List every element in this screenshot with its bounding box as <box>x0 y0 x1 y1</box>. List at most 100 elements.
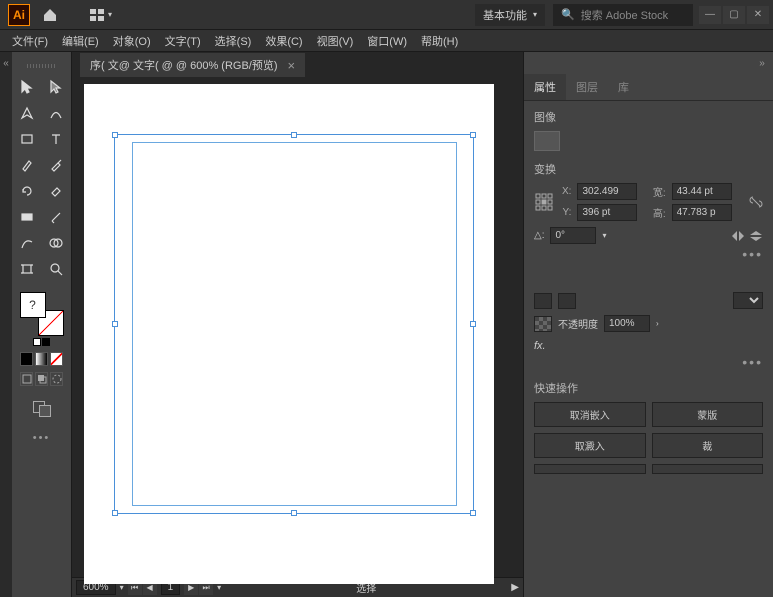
workspace-label: 基本功能 <box>483 7 527 23</box>
opacity-input[interactable] <box>604 315 650 332</box>
swap-colors-icon[interactable] <box>42 338 50 346</box>
shape-builder-alt-tool[interactable] <box>42 230 72 256</box>
width-input[interactable] <box>672 183 732 200</box>
handle-mr[interactable] <box>470 321 476 327</box>
workspace-dropdown[interactable]: 基本功能 ▾ <box>475 4 545 26</box>
embed-button[interactable]: 取澱入 <box>534 433 646 458</box>
menu-bar: 文件(F) 编辑(E) 对象(O) 文字(T) 选择(S) 效果(C) 视图(V… <box>0 30 773 52</box>
close-tab-icon[interactable]: × <box>288 58 296 73</box>
artboard-dropdown-icon[interactable]: ▾ <box>217 583 221 592</box>
more-transform-button[interactable]: ••• <box>534 246 763 262</box>
handle-tm[interactable] <box>291 132 297 138</box>
menu-help[interactable]: 帮助(H) <box>415 31 464 51</box>
quick-action-5[interactable] <box>534 464 646 474</box>
tab-properties[interactable]: 属性 <box>524 74 566 100</box>
handle-tl[interactable] <box>112 132 118 138</box>
angle-input[interactable] <box>550 227 596 244</box>
properties-panel: » 属性 图层 库 图像 变换 X: 宽: Y <box>523 52 773 597</box>
search-input[interactable]: 🔍 搜索 Adobe Stock <box>553 4 693 26</box>
minimize-button[interactable]: — <box>699 6 721 24</box>
menu-select[interactable]: 选择(S) <box>209 31 258 51</box>
fill-stroke-swatch[interactable]: ? <box>20 292 64 336</box>
handle-bl[interactable] <box>112 510 118 516</box>
unembed-button[interactable]: 取消嵌入 <box>534 402 646 427</box>
menu-window[interactable]: 窗口(W) <box>361 31 413 51</box>
document-tab[interactable]: 序( 文@ 文字( @ @ 600% (RGB/预览) × <box>80 53 305 77</box>
gradient-eyedropper-tool[interactable] <box>42 204 72 230</box>
pen-tool[interactable] <box>12 100 42 126</box>
collapse-panel-icon[interactable]: » <box>757 58 767 68</box>
flip-vertical-icon[interactable] <box>749 230 763 242</box>
width-tool[interactable] <box>12 230 42 256</box>
expand-arrow-icon[interactable]: « <box>1 58 11 68</box>
quick-actions-label: 快速操作 <box>534 380 763 396</box>
unlink-icon[interactable] <box>749 195 763 209</box>
draw-inside-mode[interactable] <box>50 372 63 386</box>
tab-libraries[interactable]: 库 <box>608 74 639 100</box>
menu-view[interactable]: 视图(V) <box>311 31 360 51</box>
menu-edit[interactable]: 编辑(E) <box>56 31 105 51</box>
chevron-down-icon: ▾ <box>533 10 537 19</box>
maximize-button[interactable]: ▢ <box>723 6 745 24</box>
direct-selection-tool[interactable] <box>42 74 72 100</box>
collapsed-panel-left: « <box>0 52 12 597</box>
eraser-tool[interactable] <box>42 178 72 204</box>
draw-behind-mode[interactable] <box>35 372 48 386</box>
edit-toolbar-button[interactable]: ••• <box>12 432 71 444</box>
document-tab-title: 序( 文@ 文字( @ @ 600% (RGB/预览) <box>90 57 278 73</box>
paintbrush-tool[interactable] <box>12 152 42 178</box>
handle-tr[interactable] <box>470 132 476 138</box>
angle-dropdown-icon[interactable]: ▾ <box>602 231 606 240</box>
zoom-dropdown-icon[interactable]: ▾ <box>120 583 124 592</box>
x-input[interactable] <box>577 183 637 200</box>
menu-effect[interactable]: 效果(C) <box>259 31 308 51</box>
more-appearance-button[interactable]: ••• <box>534 354 763 370</box>
handle-ml[interactable] <box>112 321 118 327</box>
opacity-swatch[interactable] <box>534 316 552 332</box>
opacity-dropdown-icon[interactable]: › <box>656 319 659 328</box>
quick-action-6[interactable] <box>652 464 764 474</box>
canvas[interactable] <box>72 78 523 577</box>
artboard-tool[interactable] <box>12 256 42 282</box>
tab-layers[interactable]: 图层 <box>566 74 608 100</box>
curvature-tool[interactable] <box>42 100 72 126</box>
stroke-weight-select[interactable] <box>733 292 763 309</box>
reference-point-icon[interactable] <box>534 192 554 212</box>
window-controls: — ▢ ✕ <box>699 6 769 24</box>
draw-normal-mode[interactable] <box>20 372 33 386</box>
rotate-tool[interactable] <box>12 178 42 204</box>
fill-swatch[interactable]: ? <box>20 292 46 318</box>
menu-file[interactable]: 文件(F) <box>6 31 54 51</box>
image-thumbnail <box>534 131 560 151</box>
selection-tool[interactable] <box>12 74 42 100</box>
x-label: X: <box>562 186 571 197</box>
eyedropper-tool[interactable] <box>42 152 72 178</box>
flip-horizontal-icon[interactable] <box>731 230 745 242</box>
fill-swatch-panel[interactable] <box>534 293 552 309</box>
color-mode-none[interactable] <box>50 352 63 366</box>
layout-button[interactable]: ▾ <box>86 7 116 23</box>
scroll-right-button[interactable]: ▶ <box>511 582 519 593</box>
height-input[interactable] <box>672 204 732 221</box>
shape-builder-tool[interactable] <box>12 204 42 230</box>
panel-grip[interactable] <box>27 64 57 68</box>
zoom-tool[interactable] <box>42 256 72 282</box>
handle-bm[interactable] <box>291 510 297 516</box>
rectangle-tool[interactable] <box>12 126 42 152</box>
crop-button[interactable]: 裁 <box>652 433 764 458</box>
handle-br[interactable] <box>470 510 476 516</box>
menu-object[interactable]: 对象(O) <box>107 31 157 51</box>
fx-label[interactable]: fx. <box>534 340 763 352</box>
y-input[interactable] <box>577 204 637 221</box>
type-tool[interactable] <box>42 126 72 152</box>
color-mode-gradient[interactable] <box>35 352 48 366</box>
stroke-swatch-panel[interactable] <box>558 293 576 309</box>
angle-label: △: <box>534 230 544 241</box>
close-button[interactable]: ✕ <box>747 6 769 24</box>
color-mode-solid[interactable] <box>20 352 33 366</box>
menu-type[interactable]: 文字(T) <box>159 31 207 51</box>
mask-button[interactable]: 蒙版 <box>652 402 764 427</box>
home-button[interactable] <box>38 3 62 27</box>
default-colors-icon[interactable] <box>33 338 41 346</box>
screen-mode-tool[interactable] <box>27 396 57 422</box>
